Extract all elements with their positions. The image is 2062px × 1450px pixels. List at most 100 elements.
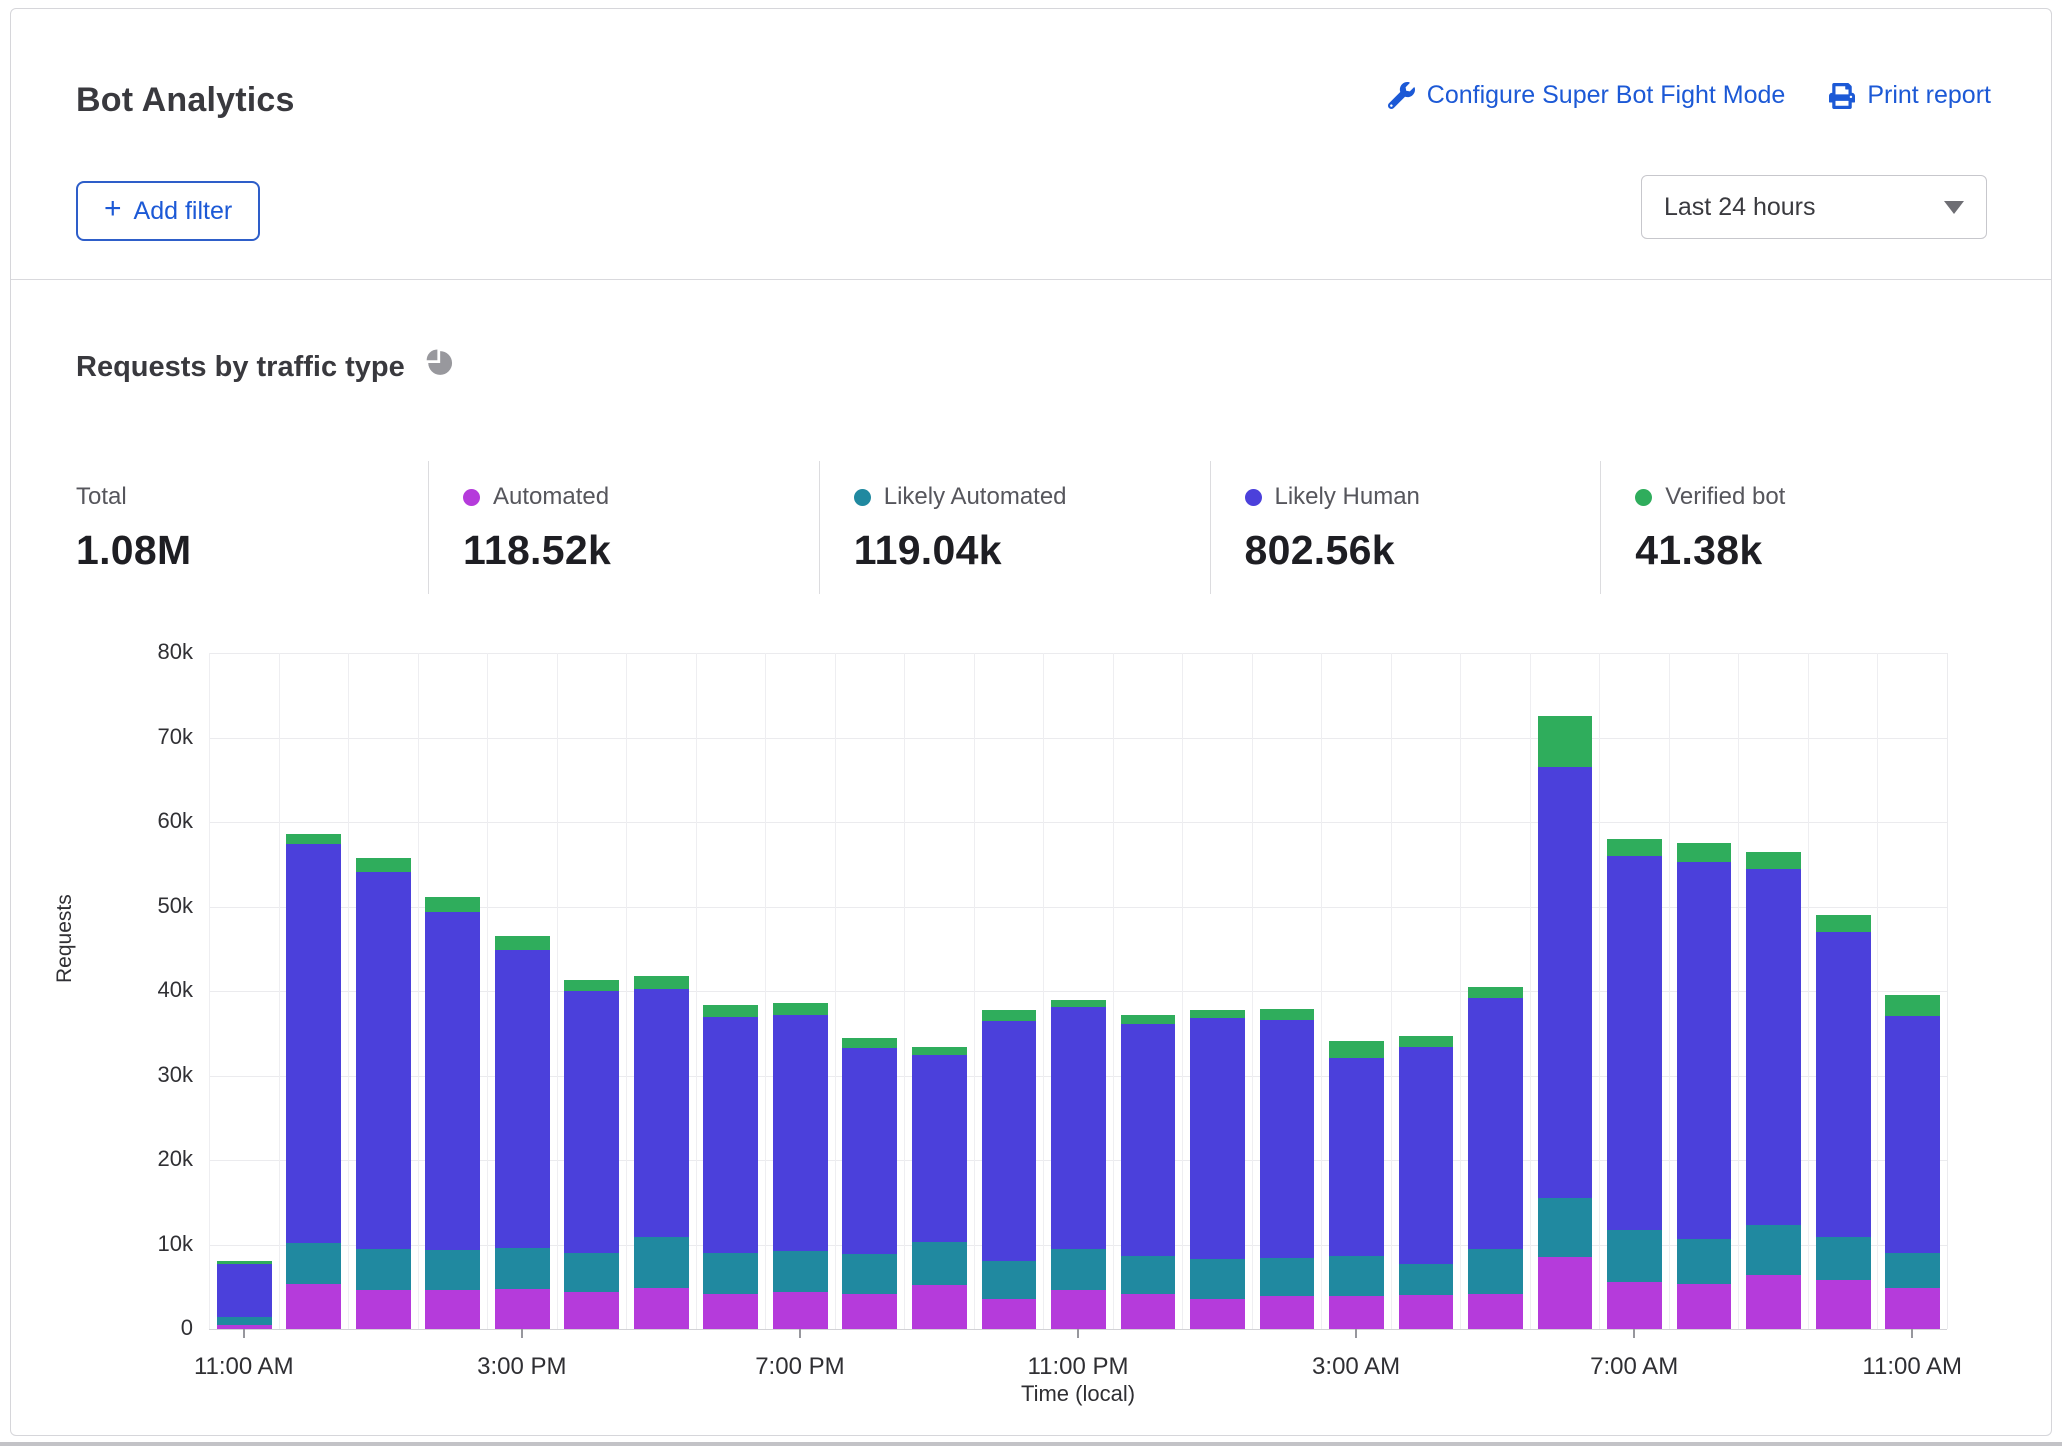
segment-verified-bot[interactable]	[1051, 1000, 1106, 1007]
segment-likely-human[interactable]	[1538, 767, 1593, 1198]
segment-likely-automated[interactable]	[1816, 1237, 1871, 1280]
stacked-bar-7-00-pm[interactable]	[773, 1003, 828, 1329]
segment-automated[interactable]	[842, 1294, 897, 1329]
segment-automated[interactable]	[286, 1284, 341, 1329]
segment-verified-bot[interactable]	[1677, 843, 1732, 862]
time-range-select[interactable]: Last 24 hours	[1641, 175, 1987, 239]
segment-likely-human[interactable]	[1051, 1007, 1106, 1249]
segment-automated[interactable]	[495, 1289, 550, 1329]
segment-likely-automated[interactable]	[1746, 1225, 1801, 1275]
segment-verified-bot[interactable]	[1399, 1036, 1454, 1047]
segment-likely-automated[interactable]	[1468, 1249, 1523, 1295]
segment-likely-human[interactable]	[1816, 932, 1871, 1237]
segment-automated[interactable]	[1607, 1282, 1662, 1329]
segment-verified-bot[interactable]	[1885, 995, 1940, 1016]
stacked-bar-11-00-pm[interactable]	[1051, 1000, 1106, 1329]
stacked-bar-5-00-am[interactable]	[1468, 987, 1523, 1329]
segment-automated[interactable]	[1190, 1299, 1245, 1329]
segment-verified-bot[interactable]	[1538, 716, 1593, 767]
stacked-bar-1-00-pm[interactable]	[356, 858, 411, 1329]
stacked-bar-9-00-am[interactable]	[1746, 852, 1801, 1329]
stacked-bar-8-00-pm[interactable]	[842, 1038, 897, 1329]
segment-automated[interactable]	[703, 1294, 758, 1329]
segment-likely-automated[interactable]	[982, 1261, 1037, 1299]
stacked-bar-5-00-pm[interactable]	[634, 976, 689, 1329]
segment-likely-automated[interactable]	[425, 1250, 480, 1291]
segment-likely-automated[interactable]	[912, 1242, 967, 1285]
segment-verified-bot[interactable]	[1260, 1009, 1315, 1020]
segment-likely-human[interactable]	[356, 872, 411, 1249]
segment-automated[interactable]	[356, 1290, 411, 1329]
segment-automated[interactable]	[1538, 1257, 1593, 1329]
segment-likely-automated[interactable]	[1399, 1264, 1454, 1295]
segment-automated[interactable]	[912, 1285, 967, 1329]
configure-super-bot-fight-mode-link[interactable]: Configure Super Bot Fight Mode	[1388, 81, 1786, 110]
segment-automated[interactable]	[773, 1292, 828, 1329]
segment-likely-human[interactable]	[425, 912, 480, 1250]
segment-likely-human[interactable]	[217, 1264, 272, 1317]
segment-likely-human[interactable]	[773, 1015, 828, 1252]
segment-likely-automated[interactable]	[634, 1237, 689, 1289]
segment-verified-bot[interactable]	[634, 976, 689, 990]
stacked-bar-12-00-pm[interactable]	[286, 834, 341, 1329]
segment-verified-bot[interactable]	[1816, 915, 1871, 932]
segment-likely-human[interactable]	[912, 1055, 967, 1242]
segment-verified-bot[interactable]	[425, 897, 480, 911]
segment-likely-automated[interactable]	[495, 1248, 550, 1289]
segment-verified-bot[interactable]	[842, 1038, 897, 1048]
stacked-bar-6-00-pm[interactable]	[703, 1005, 758, 1329]
stacked-bar-2-00-pm[interactable]	[425, 897, 480, 1329]
segment-likely-human[interactable]	[1677, 862, 1732, 1240]
segment-verified-bot[interactable]	[356, 858, 411, 872]
segment-likely-automated[interactable]	[217, 1317, 272, 1325]
segment-likely-human[interactable]	[1190, 1018, 1245, 1259]
segment-verified-bot[interactable]	[773, 1003, 828, 1015]
stacked-bar-10-00-am[interactable]	[1816, 915, 1871, 1329]
segment-verified-bot[interactable]	[286, 834, 341, 844]
stacked-bar-7-00-am[interactable]	[1607, 839, 1662, 1329]
segment-likely-automated[interactable]	[1051, 1249, 1106, 1290]
stacked-bar-3-00-pm[interactable]	[495, 936, 550, 1329]
segment-likely-human[interactable]	[982, 1021, 1037, 1262]
segment-likely-human[interactable]	[1260, 1020, 1315, 1258]
segment-likely-human[interactable]	[495, 950, 550, 1248]
stacked-bar-2-00-am[interactable]	[1260, 1009, 1315, 1329]
segment-likely-automated[interactable]	[1538, 1198, 1593, 1257]
segment-likely-automated[interactable]	[1329, 1256, 1384, 1296]
segment-likely-human[interactable]	[634, 989, 689, 1237]
segment-likely-automated[interactable]	[286, 1243, 341, 1284]
segment-automated[interactable]	[1885, 1288, 1940, 1329]
segment-likely-automated[interactable]	[842, 1254, 897, 1294]
stacked-bar-1-00-am[interactable]	[1190, 1010, 1245, 1329]
stacked-bar-10-00-pm[interactable]	[982, 1010, 1037, 1329]
stacked-bar-6-00-am[interactable]	[1538, 716, 1593, 1329]
segment-likely-human[interactable]	[1746, 869, 1801, 1226]
stacked-bar-4-00-pm[interactable]	[564, 980, 619, 1329]
segment-likely-human[interactable]	[703, 1017, 758, 1253]
segment-likely-human[interactable]	[1121, 1024, 1176, 1256]
segment-verified-bot[interactable]	[1121, 1015, 1176, 1024]
add-filter-button[interactable]: + Add filter	[76, 181, 260, 241]
segment-verified-bot[interactable]	[495, 936, 550, 950]
segment-verified-bot[interactable]	[1190, 1010, 1245, 1018]
segment-verified-bot[interactable]	[912, 1047, 967, 1055]
segment-verified-bot[interactable]	[1607, 839, 1662, 856]
segment-likely-automated[interactable]	[1190, 1259, 1245, 1300]
segment-automated[interactable]	[425, 1290, 480, 1329]
stacked-bar-3-00-am[interactable]	[1329, 1041, 1384, 1329]
segment-automated[interactable]	[1746, 1275, 1801, 1329]
segment-verified-bot[interactable]	[703, 1005, 758, 1018]
segment-automated[interactable]	[1329, 1296, 1384, 1329]
segment-likely-human[interactable]	[1885, 1016, 1940, 1253]
segment-verified-bot[interactable]	[1746, 852, 1801, 869]
stacked-bar-11-00-am[interactable]	[217, 1261, 272, 1329]
segment-likely-automated[interactable]	[564, 1253, 619, 1292]
segment-automated[interactable]	[982, 1299, 1037, 1329]
segment-automated[interactable]	[1121, 1294, 1176, 1329]
segment-likely-automated[interactable]	[1677, 1239, 1732, 1284]
segment-verified-bot[interactable]	[564, 980, 619, 991]
segment-likely-human[interactable]	[564, 991, 619, 1253]
segment-likely-human[interactable]	[286, 844, 341, 1243]
stacked-bar-9-00-pm[interactable]	[912, 1047, 967, 1329]
stacked-bar-12-00-am[interactable]	[1121, 1015, 1176, 1329]
